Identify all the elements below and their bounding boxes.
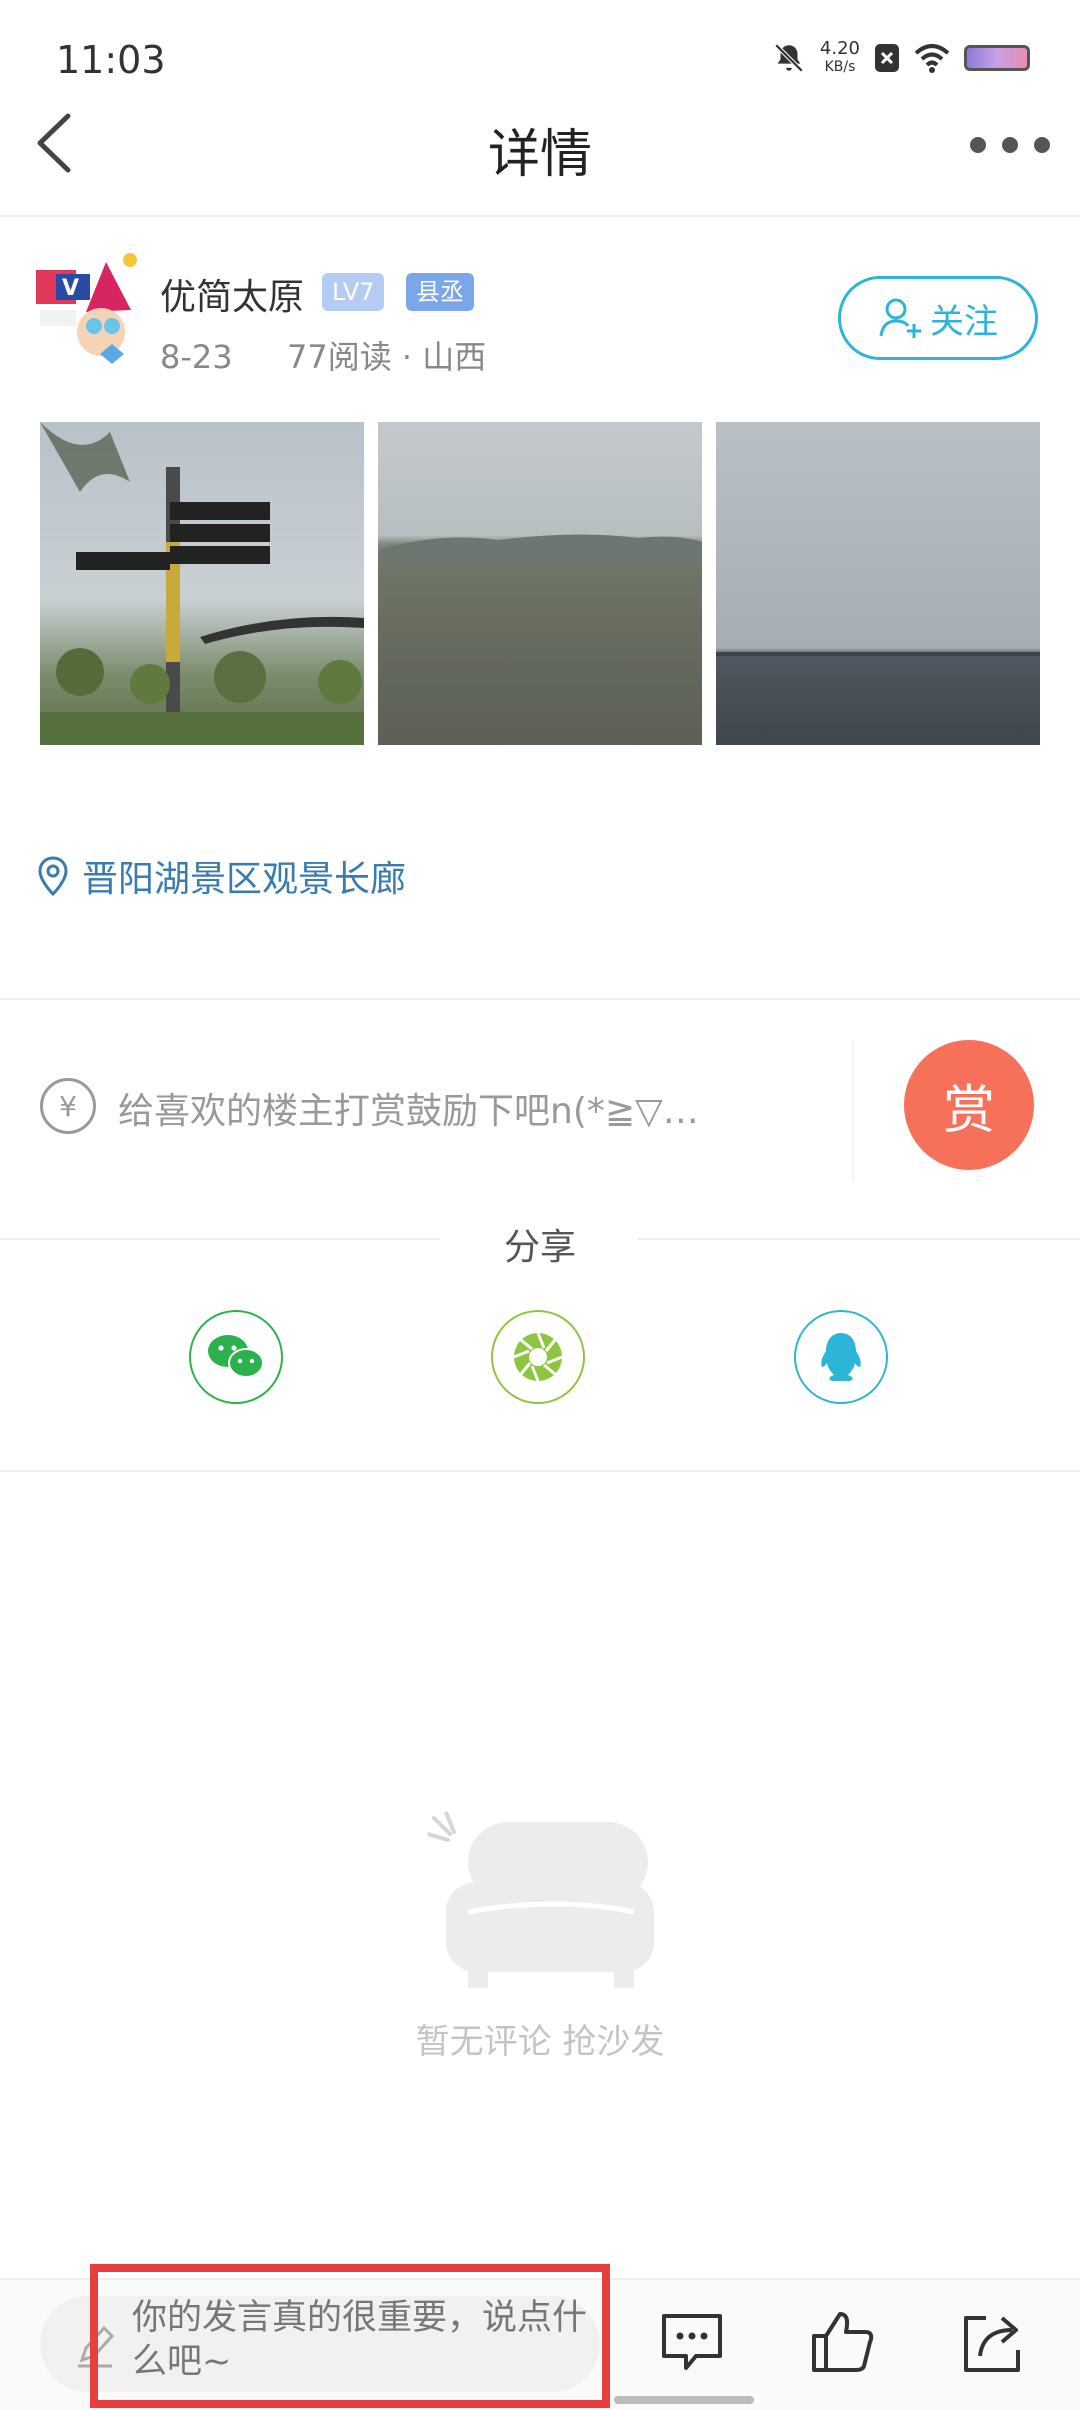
status-time: 11:03: [56, 38, 166, 82]
like-thumb-icon[interactable]: [806, 2306, 878, 2378]
net-speed-value: 4.20: [819, 38, 860, 59]
post-photo-3[interactable]: [716, 422, 1040, 745]
location-text: 晋阳湖景区观景长廊: [82, 859, 407, 900]
more-options-icon[interactable]: [970, 130, 1050, 160]
wechat-icon: [208, 1335, 264, 1378]
reward-separator: [852, 1040, 854, 1180]
section-divider: [0, 998, 1080, 1000]
empty-comments-text: 暂无评论 抢沙发: [415, 2022, 665, 2062]
read-count-location: 77阅读 · 山西: [286, 338, 487, 376]
qq-icon: [821, 1333, 861, 1381]
yen-icon: ¥: [40, 1078, 96, 1134]
share-qq-button[interactable]: [794, 1310, 888, 1404]
avatar[interactable]: V: [26, 252, 140, 372]
home-indicator[interactable]: [614, 2396, 754, 2404]
share-title: 分享: [503, 1227, 576, 1268]
wifi-icon: [914, 44, 950, 73]
svg-text:V: V: [62, 276, 79, 301]
level-badge: LV7: [322, 273, 385, 311]
mute-bell-icon: [774, 43, 804, 73]
share-moments-button[interactable]: [491, 1310, 585, 1404]
follow-label: 关注: [930, 301, 998, 342]
post-meta: 8-23 77阅读 · 山西: [160, 332, 486, 378]
reward-message[interactable]: 给喜欢的楼主打赏鼓励下吧n(*≧▽…: [118, 1082, 699, 1134]
moments-icon: [513, 1332, 563, 1382]
net-speed-unit: KB/s: [824, 59, 856, 75]
share-wechat-button[interactable]: [189, 1310, 283, 1404]
section-divider-bottom: [0, 1470, 1080, 1472]
status-icons: 4.20 KB/s: [772, 40, 1030, 76]
location-pin-icon: [38, 856, 68, 896]
reward-button[interactable]: 赏: [904, 1040, 1034, 1170]
author-name[interactable]: 优简太原: [160, 268, 304, 320]
sim-off-icon: [875, 44, 899, 72]
title-badge: 县丞: [406, 273, 474, 311]
share-icon[interactable]: [956, 2306, 1028, 2378]
highlight-box: [90, 2264, 610, 2408]
post-photo-1[interactable]: [40, 422, 364, 745]
add-user-icon: [879, 298, 921, 338]
net-speed: 4.20 KB/s: [820, 40, 860, 76]
header-divider: [0, 215, 1080, 217]
follow-button[interactable]: 关注: [838, 276, 1038, 360]
location-link[interactable]: 晋阳湖景区观景长廊: [38, 850, 406, 902]
page-title: 详情: [487, 125, 592, 185]
post-date: 8-23: [160, 338, 233, 376]
post-photo-2[interactable]: [378, 422, 702, 745]
empty-sofa-icon: [428, 1812, 654, 1988]
comment-icon[interactable]: [656, 2306, 728, 2378]
battery-icon: [964, 45, 1030, 71]
